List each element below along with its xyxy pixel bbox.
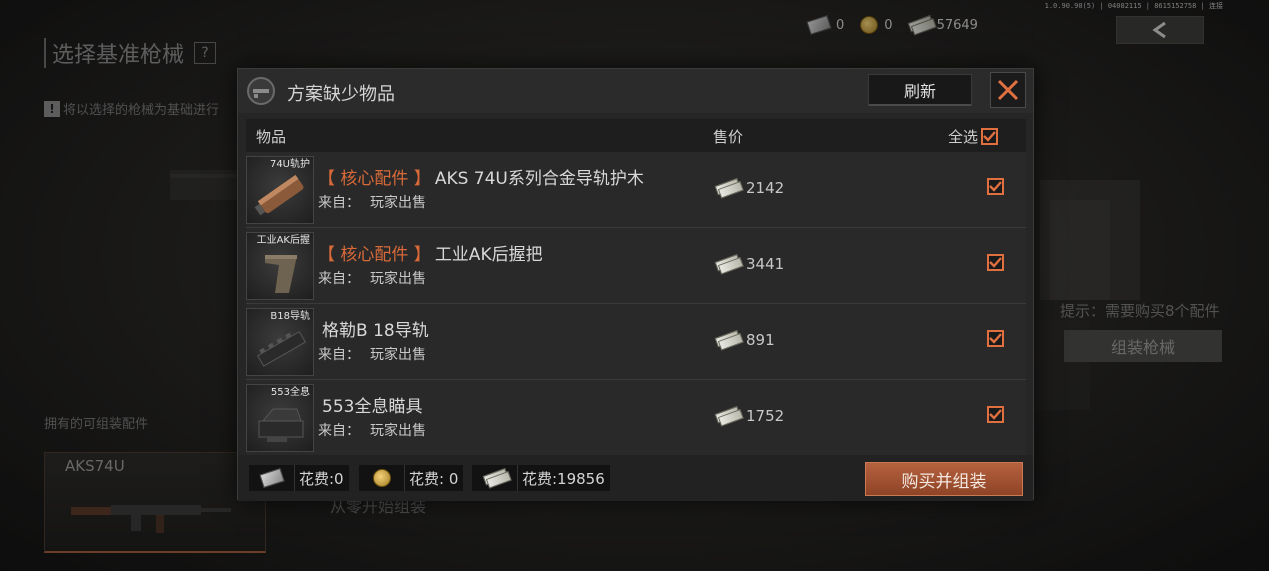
item-checkbox[interactable] (987, 254, 1004, 271)
item-price: 1752 (716, 407, 784, 425)
item-source-label: 来自： (318, 195, 360, 211)
item-row[interactable]: 74U轨护 【 核心配件 】 AKS 74U系列合金导轨护木 来自： 玩家出售 21… (246, 152, 1026, 228)
close-button[interactable] (990, 72, 1026, 108)
item-row[interactable]: 工业AK后握 【 核心配件 】工业AK后握把 来自： 玩家出售 3441 (246, 228, 1026, 304)
item-checkbox[interactable] (987, 178, 1004, 195)
dialog-header: 方案缺少物品 刷新 (238, 69, 1033, 113)
item-name: 【 核心配件 】 AKS 74U系列合金导轨护木 (318, 164, 644, 189)
item-source-label: 来自： (318, 271, 360, 287)
item-thumbnail-label: 74U轨护 (269, 159, 310, 170)
coin-cost: 花费: 0 (359, 465, 464, 491)
item-thumbnail-label: B18导轨 (270, 311, 310, 322)
item-source-value: 玩家出售 (370, 423, 426, 439)
item-thumbnail: 553全息 (246, 384, 314, 452)
checkmark-icon (989, 257, 1002, 268)
coin-cost-value: 花费: 0 (409, 469, 459, 488)
item-source-value: 玩家出售 (370, 271, 426, 287)
cash-icon (482, 469, 507, 488)
select-all-checkbox[interactable] (981, 128, 999, 145)
handguard-icon (254, 174, 304, 216)
item-price: 891 (716, 331, 775, 349)
item-thumbnail: 工业AK后握 (246, 232, 314, 300)
item-title: 工业AK后握把 (434, 245, 543, 265)
select-all-label: 全选 (948, 128, 979, 146)
item-tag: 【 核心配件 】 (318, 169, 431, 189)
item-name: 【 核心配件 】工业AK后握把 (318, 240, 543, 265)
holographic-sight-icon (258, 408, 304, 442)
item-thumbnail: B18导轨 (246, 308, 314, 376)
ticket-cost-icon-cell (249, 465, 295, 491)
item-checkbox[interactable] (987, 330, 1004, 347)
item-thumbnail-label: 工业AK后握 (256, 235, 310, 246)
item-list: 74U轨护 【 核心配件 】 AKS 74U系列合金导轨护木 来自： 玩家出售 21… (246, 152, 1026, 456)
item-name: 553全息瞄具 (318, 392, 422, 417)
item-thumbnail-label: 553全息 (270, 387, 310, 398)
select-all[interactable]: 全选 (948, 126, 999, 147)
cash-cost: 花费:19856 (472, 465, 610, 491)
rail-icon (257, 330, 306, 367)
ticket-icon (258, 467, 285, 489)
item-price-value: 2142 (746, 179, 785, 197)
dialog-footer: 花费:0 花费: 0 花费:19856 购买并组装 (238, 455, 1033, 501)
item-row[interactable]: B18导轨 格勒B 18导轨 来自： 玩家出售 891 (246, 304, 1026, 380)
buy-and-assemble-button[interactable]: 购买并组装 (865, 462, 1023, 496)
missing-items-dialog: 方案缺少物品 刷新 物品 售价 全选 74U轨护 【 核心配件 】 AKS 74… (237, 68, 1034, 501)
checkmark-icon (983, 131, 996, 142)
cash-icon (715, 407, 740, 426)
item-source-value: 玩家出售 (370, 195, 426, 211)
item-source: 来自： 玩家出售 (318, 344, 426, 364)
item-title: AKS 74U系列合金导轨护木 (434, 169, 644, 189)
coin-cost-icon-cell (359, 465, 405, 491)
item-price: 3441 (716, 255, 784, 273)
checkmark-icon (989, 333, 1002, 344)
item-price-value: 3441 (746, 255, 785, 273)
cash-icon (715, 331, 740, 350)
item-tag: 【 核心配件 】 (318, 245, 431, 265)
item-price-value: 891 (746, 331, 775, 349)
item-row[interactable]: 553全息 553全息瞄具 来自： 玩家出售 1752 (246, 380, 1026, 456)
table-header: 物品 售价 全选 (246, 119, 1026, 152)
coin-icon (372, 469, 391, 487)
item-source-label: 来自： (318, 423, 360, 439)
item-price-value: 1752 (746, 407, 785, 425)
cash-cost-icon-cell (472, 465, 518, 491)
checkmark-icon (989, 181, 1002, 192)
weapon-badge-icon (247, 77, 275, 105)
item-title: 格勒B 18导轨 (322, 321, 429, 341)
item-checkbox[interactable] (987, 406, 1004, 423)
cash-cost-value: 花费:19856 (522, 469, 605, 488)
grip-icon (265, 255, 297, 293)
item-thumbnail: 74U轨护 (246, 156, 314, 224)
column-item: 物品 (256, 128, 287, 146)
checkmark-icon (989, 409, 1002, 420)
ticket-cost: 花费:0 (249, 465, 349, 491)
item-title: 553全息瞄具 (322, 397, 423, 417)
item-source: 来自： 玩家出售 (318, 192, 426, 212)
item-source-value: 玩家出售 (370, 347, 426, 363)
cash-icon (715, 179, 740, 198)
item-source: 来自： 玩家出售 (318, 420, 426, 440)
item-source-label: 来自： (318, 347, 360, 363)
item-name: 格勒B 18导轨 (318, 316, 429, 341)
cash-icon (715, 255, 740, 274)
refresh-button[interactable]: 刷新 (868, 74, 972, 106)
dialog-title: 方案缺少物品 (287, 84, 395, 105)
ticket-cost-value: 花费:0 (299, 469, 344, 488)
column-price: 售价 (713, 128, 744, 146)
close-icon (997, 79, 1019, 101)
item-price: 2142 (716, 179, 784, 197)
item-source: 来自： 玩家出售 (318, 268, 426, 288)
